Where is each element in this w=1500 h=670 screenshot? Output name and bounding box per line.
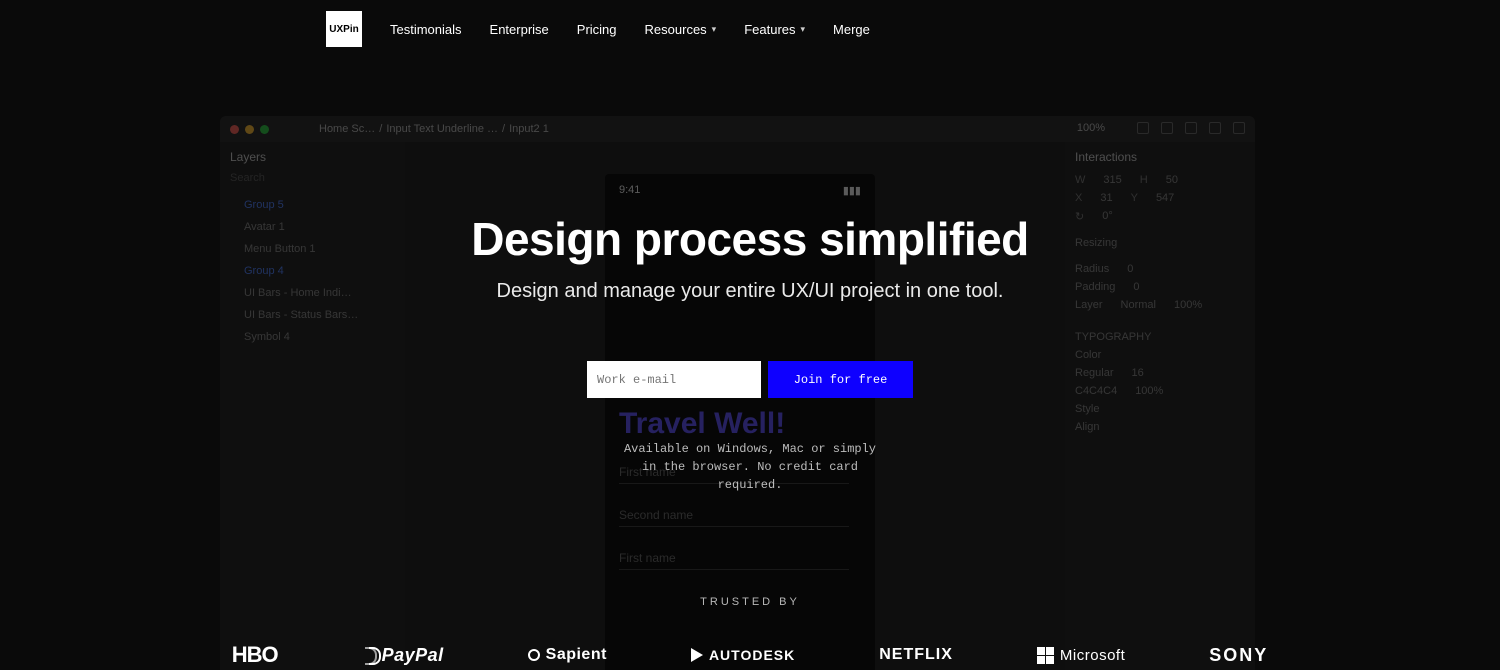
logo[interactable]: UXPin <box>326 11 362 47</box>
join-free-button[interactable]: Join for free <box>768 361 913 398</box>
nav-merge[interactable]: Merge <box>833 22 870 37</box>
page-headline: Design process simplified <box>471 212 1029 266</box>
brand-paypal: PayPal <box>362 645 444 666</box>
sapient-icon <box>528 649 540 661</box>
brand-microsoft: Microsoft <box>1037 647 1125 664</box>
brand-hbo: HBO <box>232 642 278 668</box>
brand-autodesk: AUTODESK <box>691 647 795 663</box>
autodesk-icon <box>691 648 703 662</box>
signup-form: Join for free <box>587 361 913 398</box>
chevron-down-icon: ▾ <box>801 24 806 35</box>
brand-netflix: NETFLIX <box>879 646 953 664</box>
availability-note: Available on Windows, Mac or simply in t… <box>615 440 885 494</box>
page-subheadline: Design and manage your entire UX/UI proj… <box>497 280 1004 303</box>
paypal-icon <box>362 647 376 663</box>
nav-resources-label: Resources <box>645 22 707 37</box>
nav-features-label: Features <box>744 22 795 37</box>
brand-logos: HBO PayPal Sapient AUTODESK NETFLIX Micr… <box>232 642 1269 668</box>
microsoft-icon <box>1037 647 1054 664</box>
nav-pricing[interactable]: Pricing <box>577 22 617 37</box>
brand-sapient: Sapient <box>528 646 607 664</box>
brand-sony: SONY <box>1209 645 1268 666</box>
brand-microsoft-label: Microsoft <box>1060 647 1125 664</box>
brand-autodesk-label: AUTODESK <box>709 647 795 663</box>
top-nav: UXPin Testimonials Enterprise Pricing Re… <box>0 0 1500 58</box>
nav-testimonials[interactable]: Testimonials <box>390 22 462 37</box>
hero: Design process simplified Design and man… <box>0 0 1500 670</box>
email-input[interactable] <box>587 361 761 398</box>
chevron-down-icon: ▾ <box>712 24 717 35</box>
nav-resources[interactable]: Resources ▾ <box>645 22 717 37</box>
nav-features[interactable]: Features ▾ <box>744 22 805 37</box>
nav-enterprise[interactable]: Enterprise <box>490 22 549 37</box>
trusted-by-label: TRUSTED BY <box>700 596 800 608</box>
brand-paypal-label: PayPal <box>382 645 444 666</box>
brand-sapient-label: Sapient <box>546 646 607 664</box>
